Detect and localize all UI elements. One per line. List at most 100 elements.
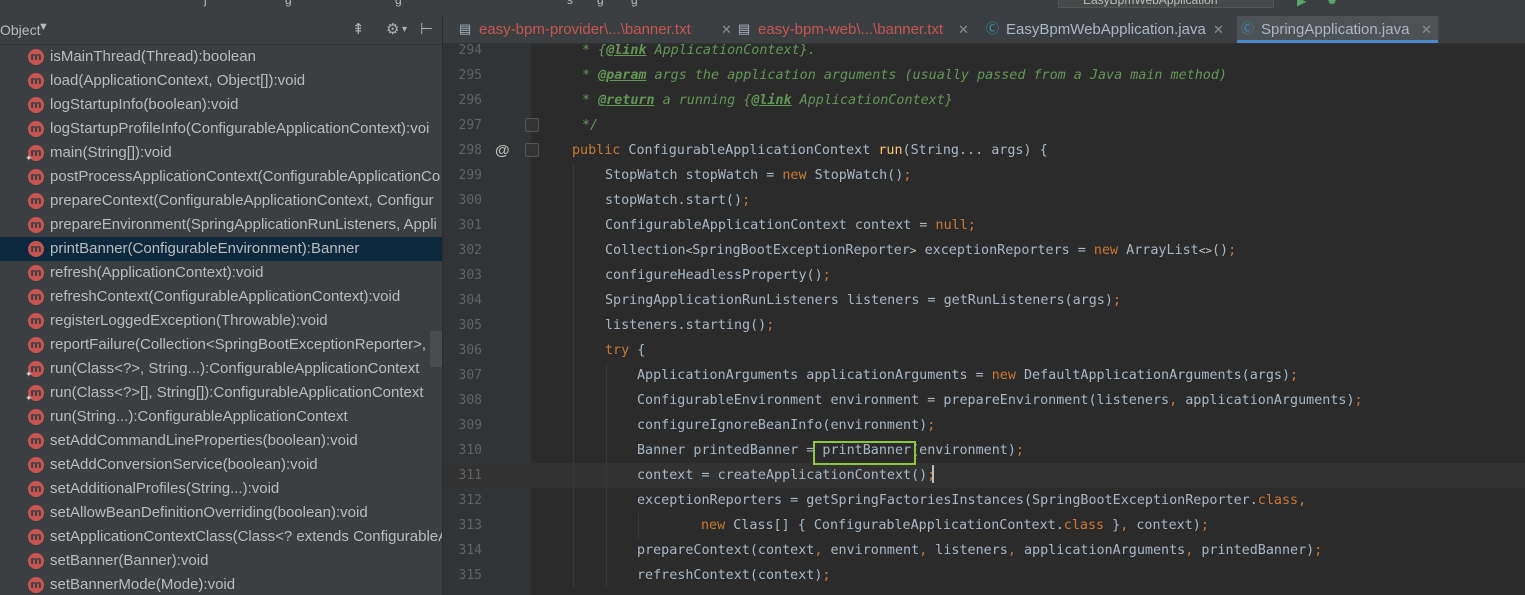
code-text: listeners.starting(); bbox=[605, 318, 775, 333]
structure-item[interactable]: m reportFailure(Collection<SpringBootExce… bbox=[0, 333, 442, 357]
indent-guide bbox=[573, 538, 574, 563]
structure-item[interactable]: m run(String...):ConfigurableApplicationC… bbox=[0, 405, 442, 429]
structure-item[interactable]: m setAddConversionService(boolean):void bbox=[0, 453, 442, 477]
code-line[interactable]: 310 Banner printedBanner = printBanner(en… bbox=[443, 438, 1525, 463]
structure-item[interactable]: m ✦ main(String[]):void bbox=[0, 141, 442, 165]
close-icon[interactable]: ✕ bbox=[1421, 16, 1432, 43]
code-line[interactable]: 298 public ConfigurableApplicationContext… bbox=[443, 138, 1525, 163]
structure-item-label: run(String...):ConfigurableApplicationCo… bbox=[50, 408, 348, 425]
structure-item[interactable]: m setBannerMode(Mode):void bbox=[0, 573, 442, 595]
line-number: 304 bbox=[458, 293, 482, 308]
code-text: try { bbox=[605, 343, 646, 358]
code-line[interactable]: 299 StopWatch stopWatch = new StopWatch()… bbox=[443, 163, 1525, 188]
structure-item-label: run(Class<?>[], String[]):ConfigurableAp… bbox=[50, 384, 424, 401]
indent-guide bbox=[606, 388, 607, 413]
tab-easybpm-web-application[interactable]: Ⓒ EasyBpmWebApplication.java ✕ bbox=[986, 16, 1224, 43]
code-line[interactable]: 309 configureIgnoreBeanInfo(environment); bbox=[443, 413, 1525, 438]
code-line[interactable]: 297 */ bbox=[443, 113, 1525, 138]
structure-item-label: reportFailure(Collection<SpringBootExcep… bbox=[50, 336, 440, 353]
method-icon: m bbox=[28, 433, 44, 449]
code-line[interactable]: 305 listeners.starting(); bbox=[443, 313, 1525, 338]
structure-item[interactable]: m ✦ run(Class<?>, String...):ConfigurableA… bbox=[0, 357, 442, 381]
line-number: 311 bbox=[458, 468, 482, 483]
code-text: StopWatch stopWatch = new StopWatch(); bbox=[605, 168, 912, 183]
code-editor[interactable]: 294 * {@link ApplicationContext}. 295 * @pa… bbox=[443, 44, 1525, 595]
structure-item[interactable]: m isMainThread(Thread):boolean bbox=[0, 45, 442, 69]
structure-item[interactable]: m printBanner(ConfigurableEnvironment):Ba… bbox=[0, 237, 442, 261]
code-line[interactable]: 296 * @return a running {@link Applicatio… bbox=[443, 88, 1525, 113]
menu-fragment: j bbox=[204, 0, 207, 7]
code-line[interactable]: 301 ConfigurableApplicationContext contex… bbox=[443, 213, 1525, 238]
code-line[interactable]: 300 stopWatch.start(); bbox=[443, 188, 1525, 213]
structure-item[interactable]: m registerLoggedException(Throwable):void bbox=[0, 309, 442, 333]
member-list: m isMainThread(Thread):boolean m load(Appli… bbox=[0, 45, 442, 595]
indent-guide bbox=[573, 438, 574, 463]
structure-item-label: prepareEnvironment(SpringApplicationRunL… bbox=[50, 216, 437, 233]
gear-icon[interactable]: ⚙ bbox=[386, 20, 399, 38]
code-line[interactable]: 307 ApplicationArguments applicationArgum… bbox=[443, 363, 1525, 388]
structure-item-label: printBanner(ConfigurableEnvironment):Ban… bbox=[50, 240, 360, 257]
tab-spring-application[interactable]: Ⓒ SpringApplication.java ✕ bbox=[1237, 16, 1438, 43]
indent-guide bbox=[573, 363, 574, 388]
line-number: 302 bbox=[458, 243, 482, 258]
code-line[interactable]: 314 prepareContext(context, environment, … bbox=[443, 538, 1525, 563]
tab-web-banner[interactable]: ▤ easy-bpm-web\...\banner.txt ✕ bbox=[738, 16, 980, 43]
code-line[interactable]: 308 ConfigurableEnvironment environment =… bbox=[443, 388, 1525, 413]
fold-icon[interactable] bbox=[525, 143, 539, 157]
structure-item[interactable]: m ✦ run(Class<?>[], String[]):Configurable… bbox=[0, 381, 442, 405]
method-icon: m bbox=[28, 481, 44, 497]
indent-guide bbox=[606, 438, 607, 463]
fold-icon[interactable] bbox=[525, 118, 539, 132]
code-line[interactable]: 315 refreshContext(context); bbox=[443, 563, 1525, 588]
code-line[interactable]: 295 * @param args the application argumen… bbox=[443, 63, 1525, 88]
line-number: 295 bbox=[458, 68, 482, 83]
horizontal-scrollbar[interactable] bbox=[430, 331, 442, 367]
line-number: 300 bbox=[458, 193, 482, 208]
structure-item[interactable]: m postProcessApplicationContext(Configura… bbox=[0, 165, 442, 189]
close-icon[interactable]: ✕ bbox=[1213, 16, 1224, 43]
structure-item[interactable]: m load(ApplicationContext, Object[]):void bbox=[0, 69, 442, 93]
structure-item[interactable]: m setBanner(Banner):void bbox=[0, 549, 442, 573]
collapse-all-icon[interactable]: ⇞ bbox=[352, 20, 365, 38]
structure-item[interactable]: m logStartupProfileInfo(ConfigurableAppli… bbox=[0, 117, 442, 141]
structure-item[interactable]: m prepareContext(ConfigurableApplicationC… bbox=[0, 189, 442, 213]
line-number: 297 bbox=[458, 118, 482, 133]
structure-item-label: logStartupInfo(boolean):void bbox=[50, 96, 239, 113]
gear-dropdown-icon[interactable]: ▾ bbox=[402, 24, 407, 35]
code-line[interactable]: 302 Collection<SpringBootExceptionReporte… bbox=[443, 238, 1525, 263]
code-line[interactable]: 304 SpringApplicationRunListeners listene… bbox=[443, 288, 1525, 313]
override-annotation-icon[interactable]: @ bbox=[495, 142, 510, 159]
code-line[interactable]: 312 exceptionReporters = getSpringFactori… bbox=[443, 488, 1525, 513]
run-icon[interactable]: ▶ bbox=[1297, 0, 1306, 8]
debug-icon[interactable]: ✹ bbox=[1327, 0, 1337, 8]
method-icon: m bbox=[28, 337, 44, 353]
code-line[interactable]: 306 try { bbox=[443, 338, 1525, 363]
text-caret bbox=[932, 465, 934, 483]
tab-label: easy-bpm-web\...\banner.txt bbox=[758, 21, 944, 38]
code-line[interactable]: 313 new Class[] { ConfigurableApplication… bbox=[443, 513, 1525, 538]
code-line[interactable]: 303 configureHeadlessProperty(); bbox=[443, 263, 1525, 288]
structure-title[interactable]: Object bbox=[0, 22, 40, 38]
structure-item[interactable]: m logStartupInfo(boolean):void bbox=[0, 93, 442, 117]
chevron-down-icon[interactable]: ▼ bbox=[38, 21, 49, 33]
tab-provider-banner[interactable]: ▤ easy-bpm-provider\...\banner.txt ✕ bbox=[459, 16, 732, 43]
hide-panel-icon[interactable]: ⊢ bbox=[420, 20, 433, 38]
structure-item[interactable]: m refreshContext(ConfigurableApplicationC… bbox=[0, 285, 442, 309]
method-icon: m bbox=[28, 49, 44, 65]
line-number: 303 bbox=[458, 268, 482, 283]
close-icon[interactable]: ✕ bbox=[958, 16, 969, 43]
code-line[interactable]: 311 context = createApplicationContext(); bbox=[443, 463, 1525, 488]
close-icon[interactable]: ✕ bbox=[721, 16, 732, 43]
structure-item[interactable]: m setApplicationContextClass(Class<? exte… bbox=[0, 525, 442, 549]
code-text: public ConfigurableApplicationContext ru… bbox=[572, 143, 1048, 158]
indent-guide bbox=[573, 163, 574, 188]
structure-item[interactable]: m setAddCommandLineProperties(boolean):vo… bbox=[0, 429, 442, 453]
structure-item[interactable]: m refresh(ApplicationContext):void bbox=[0, 261, 442, 285]
code-text: Collection<SpringBootExceptionReporter> … bbox=[605, 243, 1237, 258]
structure-item-label: setApplicationContextClass(Class<? exten… bbox=[50, 528, 443, 545]
structure-item[interactable]: m prepareEnvironment(SpringApplicationRun… bbox=[0, 213, 442, 237]
structure-item[interactable]: m setAdditionalProfiles(String...):void bbox=[0, 477, 442, 501]
run-configuration-select[interactable]: EasyBpmWebApplication bbox=[1058, 0, 1274, 8]
code-line[interactable]: 294 * {@link ApplicationContext}. bbox=[443, 44, 1525, 63]
structure-item[interactable]: m setAllowBeanDefinitionOverriding(boolea… bbox=[0, 501, 442, 525]
